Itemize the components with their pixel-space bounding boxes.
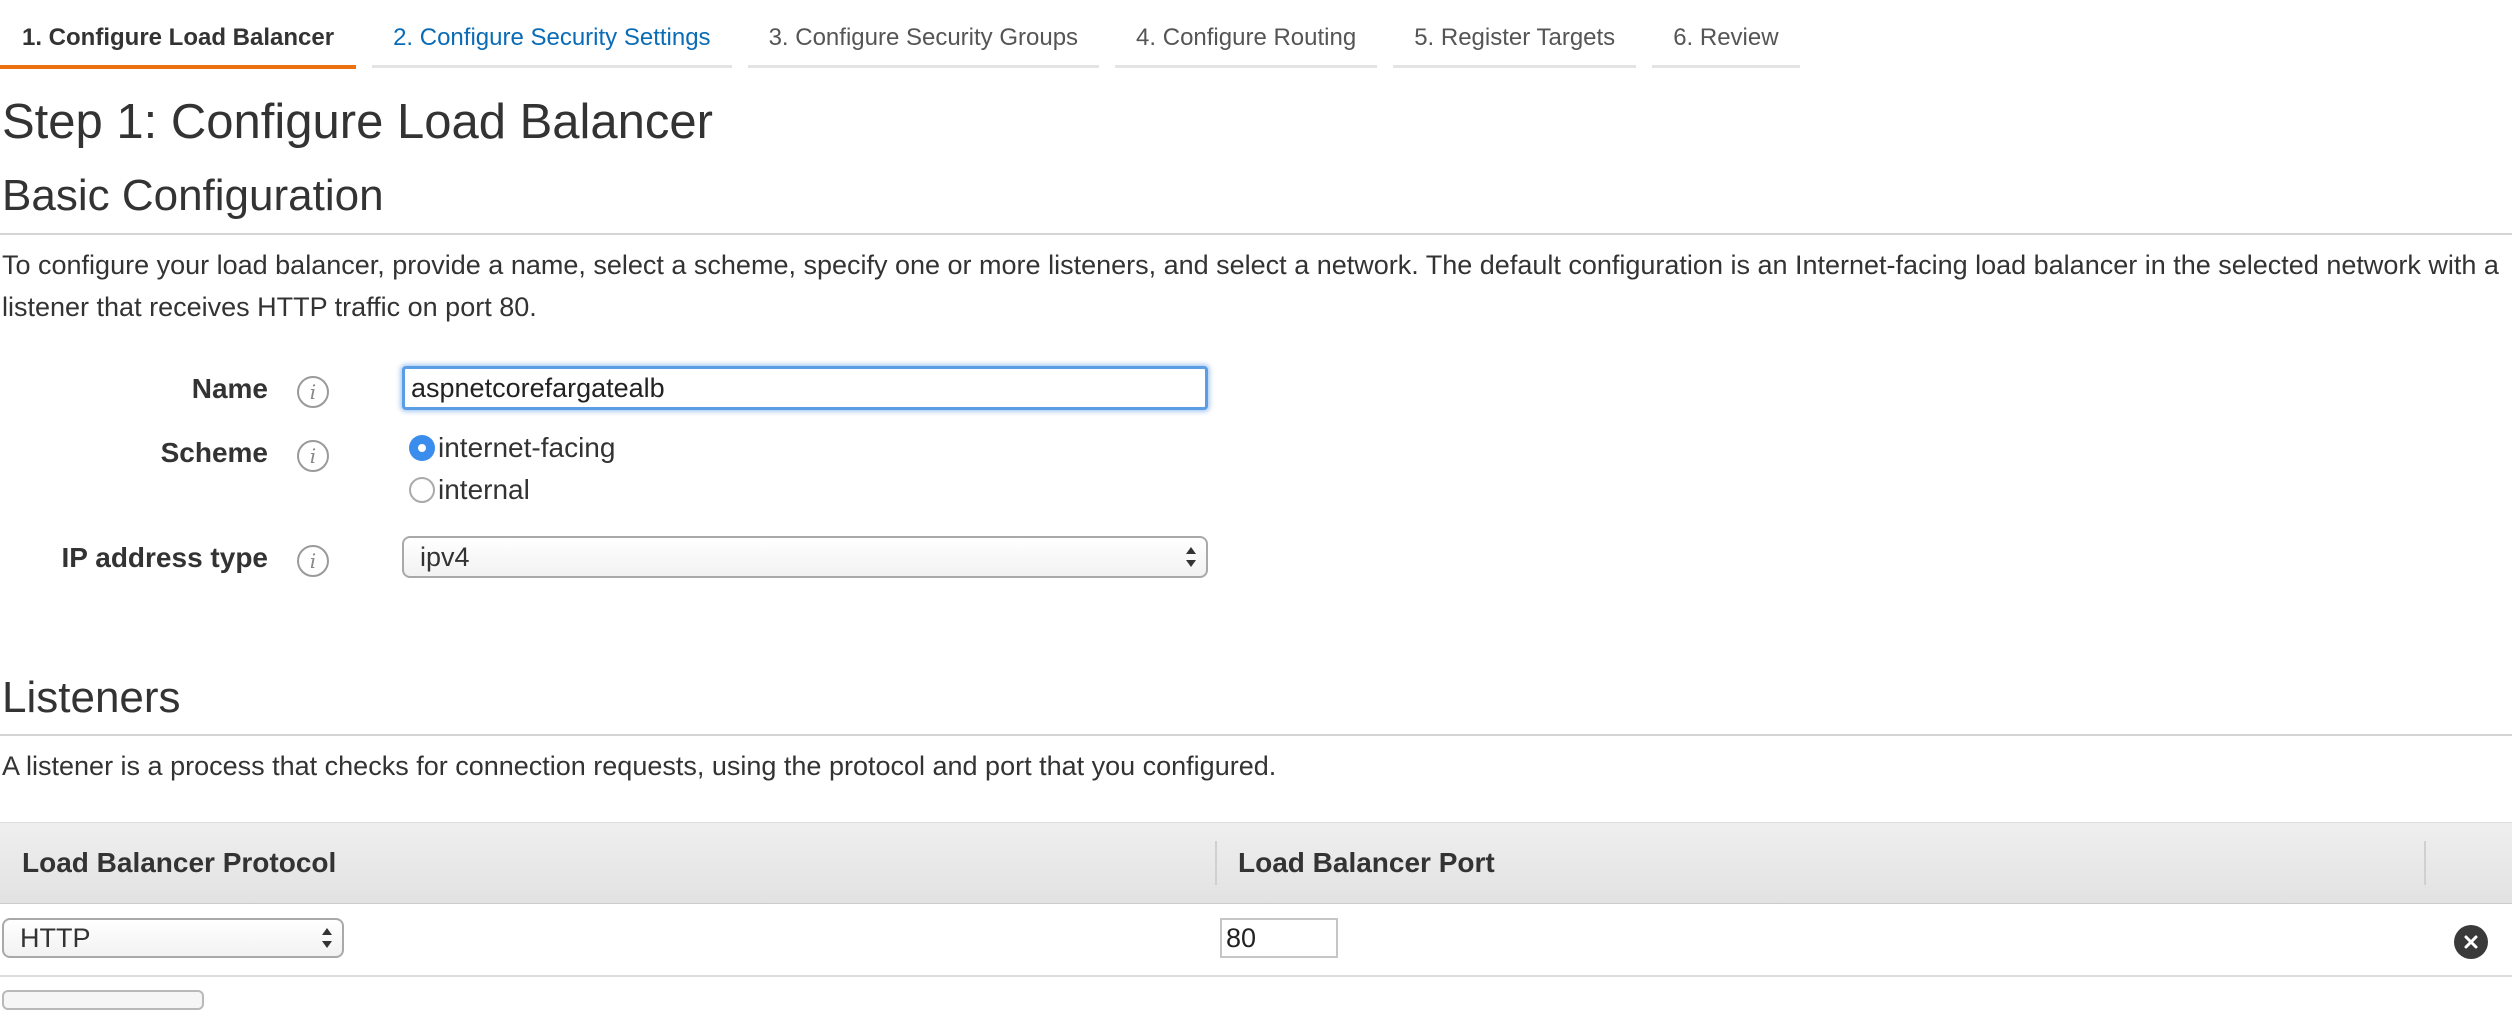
ip-address-type-value: ipv4 bbox=[420, 541, 470, 572]
page-title: Step 1: Configure Load Balancer bbox=[2, 95, 713, 149]
radio-button-checked[interactable] bbox=[409, 435, 435, 461]
scheme-info-icon[interactable]: i bbox=[297, 440, 329, 472]
protocol-select[interactable]: HTTP bbox=[2, 918, 344, 958]
tab-review[interactable]: 6. Review bbox=[1652, 10, 1800, 68]
listeners-table-header: Load Balancer Protocol Load Balancer Por… bbox=[0, 822, 2512, 904]
section-divider bbox=[0, 233, 2512, 235]
tab-configure-load-balancer[interactable]: 1. Configure Load Balancer bbox=[0, 10, 357, 69]
port-input[interactable] bbox=[1220, 918, 1338, 958]
ip-address-type-info-icon[interactable]: i bbox=[297, 545, 329, 577]
tab-configure-routing[interactable]: 4. Configure Routing bbox=[1115, 10, 1378, 68]
ip-address-type-select[interactable]: ipv4 bbox=[402, 536, 1208, 578]
basic-configuration-description: To configure your load balancer, provide… bbox=[2, 250, 2499, 322]
select-arrows-icon bbox=[1186, 547, 1196, 567]
tab-configure-security-groups[interactable]: 3. Configure Security Groups bbox=[747, 10, 1100, 68]
listeners-description: A listener is a process that checks for … bbox=[2, 751, 1277, 781]
ip-address-type-label: IP address type bbox=[61, 542, 268, 573]
section-divider bbox=[0, 734, 2512, 736]
close-icon bbox=[2464, 935, 2478, 949]
column-divider bbox=[1215, 841, 1217, 885]
scheme-option-label: internet-facing bbox=[438, 432, 616, 463]
tab-register-targets[interactable]: 5. Register Targets bbox=[1393, 10, 1637, 68]
add-listener-button[interactable] bbox=[2, 990, 204, 1010]
name-input[interactable] bbox=[402, 366, 1208, 410]
name-info-icon[interactable]: i bbox=[297, 376, 329, 408]
basic-configuration-heading: Basic Configuration bbox=[2, 171, 384, 220]
listeners-heading: Listeners bbox=[2, 673, 181, 722]
table-row-divider bbox=[0, 975, 2512, 977]
scheme-option-internet-facing[interactable]: internet-facing bbox=[409, 432, 615, 464]
scheme-label: Scheme bbox=[160, 437, 268, 468]
column-header-protocol: Load Balancer Protocol bbox=[22, 847, 337, 878]
column-divider bbox=[2424, 841, 2426, 885]
column-header-port: Load Balancer Port bbox=[1238, 847, 1495, 878]
select-arrows-icon bbox=[322, 928, 332, 948]
name-label: Name bbox=[191, 373, 268, 404]
radio-button-unchecked[interactable] bbox=[409, 477, 435, 503]
protocol-value: HTTP bbox=[20, 922, 91, 953]
wizard-tabs: 1. Configure Load Balancer 2. Configure … bbox=[0, 10, 1816, 69]
scheme-option-internal[interactable]: internal bbox=[409, 474, 530, 506]
remove-listener-button[interactable] bbox=[2454, 925, 2488, 959]
tab-configure-security-settings[interactable]: 2. Configure Security Settings bbox=[372, 10, 732, 68]
scheme-option-label: internal bbox=[438, 474, 530, 505]
